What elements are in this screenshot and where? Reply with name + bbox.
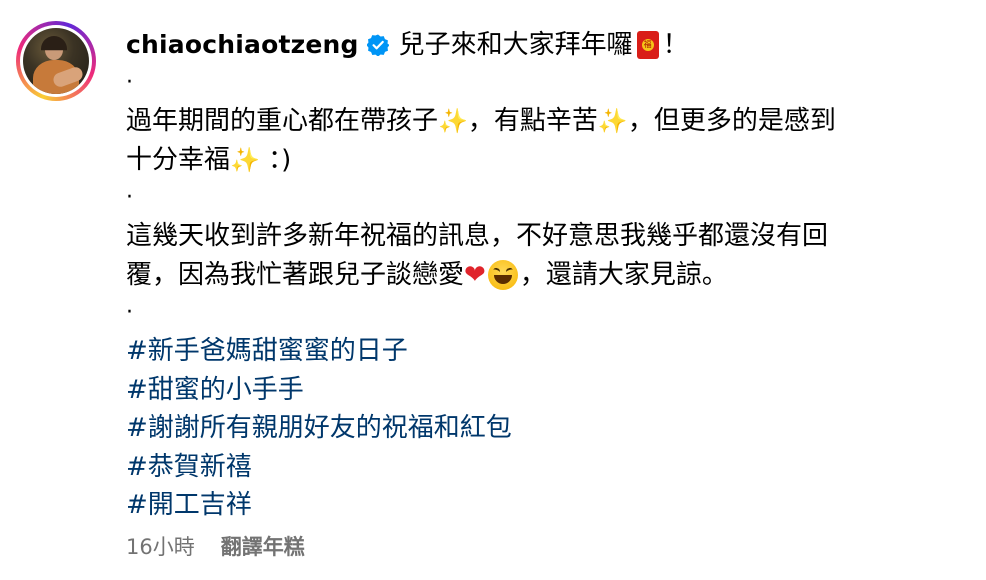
sparkles-emoji: ✨: [230, 145, 260, 174]
para2-text-c: ，還請大家見諒。: [519, 259, 728, 290]
caption-para1-line2: 十分幸福✨ ：): [126, 141, 966, 180]
para1-text-a: 過年期間的重心都在帶孩子: [126, 106, 439, 136]
para2-text-b: 覆，因為我忙著跟兒子談戀愛: [126, 259, 465, 290]
hashtag-link[interactable]: #謝謝所有親朋好友的祝福和紅包: [126, 409, 966, 448]
caption-dot: ·: [126, 70, 133, 95]
caption-para1-line1: 過年期間的重心都在帶孩子✨，有點辛苦✨，但更多的是感到: [126, 102, 966, 141]
red-envelope-emoji: [636, 31, 659, 59]
post-caption: chiaochiaotzeng 兒子來和大家拜年囉 ！ · 過年期間的重心都在帶…: [126, 26, 966, 525]
headline-text: 兒子來和大家拜年囉: [398, 29, 633, 60]
hashtag-link[interactable]: #甜蜜的小手手: [126, 371, 966, 410]
sparkles-emoji: ✨: [597, 107, 628, 135]
para1-text-e: ：): [268, 144, 292, 175]
post-meta: 16小時 翻譯年糕: [126, 531, 305, 561]
translate-button[interactable]: 翻譯年糕: [221, 531, 305, 561]
headline-exclamation: ！: [662, 29, 689, 60]
hashtag-link[interactable]: #恭賀新禧: [126, 448, 966, 487]
para1-text-c: ，但更多的是感到: [627, 106, 836, 136]
verified-badge-icon: [366, 34, 389, 56]
hashtag-link[interactable]: #新手爸媽甜蜜蜜的日子: [126, 332, 966, 371]
username-link[interactable]: chiaochiaotzeng: [126, 26, 359, 65]
sparkles-emoji: ✨: [438, 107, 468, 135]
para2-text-a: 這幾天收到許多新年祝福的訊息，不好意思我幾乎都還沒有回: [126, 221, 829, 251]
timestamp[interactable]: 16小時: [126, 531, 195, 561]
caption-headline: chiaochiaotzeng 兒子來和大家拜年囉 ！: [126, 26, 966, 64]
hashtag-link[interactable]: #開工吉祥: [126, 486, 966, 525]
avatar-gap: [20, 25, 92, 97]
avatar[interactable]: [23, 28, 89, 94]
red-heart-emoji: ❤: [464, 259, 486, 290]
caption-dot: ·: [126, 185, 133, 210]
avatar-story-ring[interactable]: [16, 21, 96, 101]
caption-para2-line1: 這幾天收到許多新年祝福的訊息，不好意思我幾乎都還沒有回: [126, 217, 966, 256]
para1-text-d: 十分幸福: [126, 144, 231, 175]
caption-para2-line2: 覆，因為我忙著跟兒子談戀愛❤ ，還請大家見諒。: [126, 256, 966, 295]
para1-text-b: ，有點辛苦: [467, 106, 598, 136]
grinning-squinting-face-emoji: [487, 260, 518, 290]
caption-dot: ·: [126, 300, 133, 325]
